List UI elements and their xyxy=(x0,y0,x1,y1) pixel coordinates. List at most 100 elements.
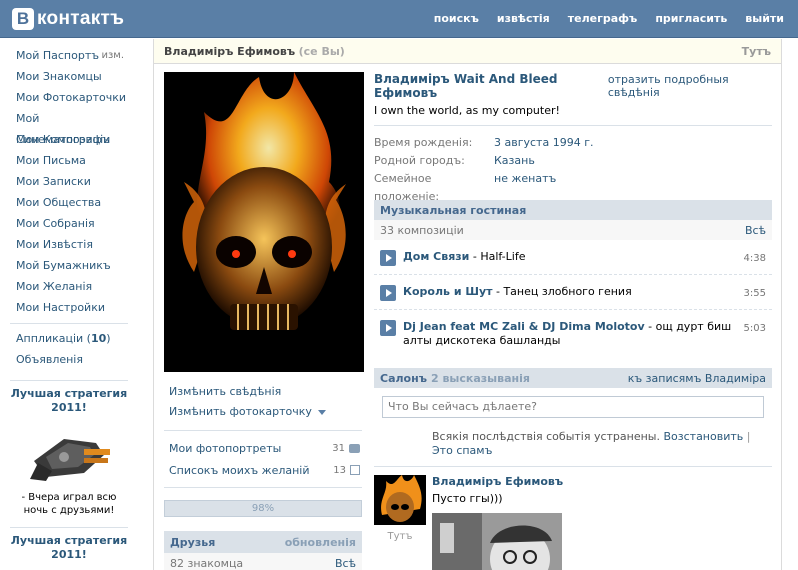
logo-text: контактъ xyxy=(37,8,125,29)
sidebar-item-settings[interactable]: Мои Настройки xyxy=(10,297,128,318)
profile-header-name: Владиміръ Ефимовъ (се Вы) xyxy=(164,45,345,58)
wall-post: Тутъ Владиміръ Ефимовъ Пусто ггы))) xyxy=(374,475,772,570)
promo-title-2[interactable]: Лучшая стратегия 2011! xyxy=(10,534,128,562)
friends-title: Друзья xyxy=(170,535,216,549)
friends-subheader: 82 знакомца Всѣ xyxy=(164,553,362,570)
promo-block[interactable]: Лучшая стратегия 2011! - Вчера играл всю… xyxy=(10,380,128,517)
wishes-list-link[interactable]: Списокъ моихъ желаній xyxy=(169,464,310,477)
info-row-hometown: Родной городъ: Казань xyxy=(374,152,772,170)
info-row-marital: Семейное положеніе: не женатъ xyxy=(374,170,772,203)
wall-header: Салонъ 2 высказыванія къ записямъ Владимі… xyxy=(374,368,772,388)
play-icon[interactable] xyxy=(380,320,396,336)
sidebar-item-events[interactable]: Мои Собранія xyxy=(10,213,128,234)
nav-messages[interactable]: телеграфъ xyxy=(568,12,638,25)
gift-icon xyxy=(350,465,360,475)
play-icon[interactable] xyxy=(380,250,396,266)
track-artist[interactable]: Король и Шут xyxy=(403,285,493,298)
promo-block-2[interactable]: Лучшая стратегия 2011! xyxy=(10,527,128,562)
vkontakte-logo[interactable]: В контактъ xyxy=(12,7,124,31)
birthday-value[interactable]: 3 августа 1994 г. xyxy=(494,134,593,152)
post-avatar[interactable] xyxy=(374,475,426,525)
profile-title-bar: Владиміръ Ефимовъ (се Вы) Тутъ xyxy=(154,39,781,64)
nav-search[interactable]: поискъ xyxy=(434,12,479,25)
nav-logout[interactable]: выйти xyxy=(745,12,784,25)
track-item: Dj Jean feat MC Zali & DJ Dima Molotov -… xyxy=(374,310,772,356)
wishes-count: 13 xyxy=(333,464,346,476)
track-artist[interactable]: Дом Связи xyxy=(403,250,469,263)
promo-image[interactable] xyxy=(24,421,114,487)
sidebar-item-friends[interactable]: Мои Знакомцы xyxy=(10,66,128,87)
info-row-birthday: Время рожденія: 3 августа 1994 г. xyxy=(374,134,772,152)
restore-link[interactable]: Возстановить xyxy=(663,430,743,443)
passport-link[interactable]: Мой Паспортъ xyxy=(16,45,99,66)
music-count: 33 композиціи xyxy=(380,223,464,237)
promo-title[interactable]: Лучшая стратегия 2011! xyxy=(10,387,128,415)
friends-header: Друзья обновленія xyxy=(164,531,362,553)
profile-divider xyxy=(164,430,362,431)
track-title: - Half-Life xyxy=(469,250,526,263)
marital-value[interactable]: не женатъ xyxy=(494,170,556,188)
hometown-value[interactable]: Казань xyxy=(494,152,535,170)
sidebar-item-news[interactable]: Мои Извѣстія xyxy=(10,234,128,255)
sidebar-item-messages[interactable]: Мои Письма xyxy=(10,150,128,171)
track-duration: 4:38 xyxy=(743,253,766,264)
chevron-down-icon[interactable] xyxy=(317,409,326,415)
show-details-link[interactable]: отразить подробныя свѣдѣнія xyxy=(608,73,772,99)
sidebar-item-wishes[interactable]: Мои Желанія xyxy=(10,276,128,297)
sidebar-item-wallet[interactable]: Мой Бумажникъ xyxy=(10,255,128,276)
sidebar-item-photos[interactable]: Мои Фотокарточки xyxy=(10,87,128,108)
wall-post-input[interactable]: Что Вы сейчасъ дѣлаете? xyxy=(382,396,764,418)
profile-full-name: Владиміръ Wait And Bleed Ефимовъ xyxy=(374,72,558,100)
wall-title-wrap: Салонъ 2 высказыванія xyxy=(380,372,530,385)
post-author[interactable]: Владиміръ Ефимовъ xyxy=(432,475,563,488)
post-time: Тутъ xyxy=(387,531,413,542)
sidebar-item-notes[interactable]: Мои Записки xyxy=(10,171,128,192)
profile-info: Время рожденія: 3 августа 1994 г. Родной… xyxy=(374,134,772,203)
profile-header-username: Владиміръ Ефимовъ xyxy=(164,44,296,58)
edit-passport-link[interactable]: изм. xyxy=(101,45,124,66)
music-title: Музыкальная гостиная xyxy=(380,203,527,217)
edit-photo-row[interactable]: Измѣнить фотокарточку xyxy=(164,402,362,422)
music-header: Музыкальная гостиная xyxy=(374,200,772,220)
nav-news[interactable]: извѣстія xyxy=(497,12,550,25)
sidebar-divider xyxy=(10,323,128,324)
track-artist[interactable]: Dj Jean feat MC Zali & DJ Dima Molotov xyxy=(403,320,645,333)
track-duration: 3:55 xyxy=(743,288,766,299)
apps-count: 10 xyxy=(90,332,107,345)
profile-status: I own the world, as my computer! xyxy=(374,104,772,126)
track-text: Король и Шут - Танец злобного гения xyxy=(403,285,738,299)
profile-actions: Измѣнить свѣдѣнія Измѣнить фотокарточку xyxy=(164,382,362,422)
album-photos-count: 31 xyxy=(332,442,345,454)
profile-divider-2 xyxy=(164,487,362,488)
post-avatar-wrap: Тутъ xyxy=(374,475,426,570)
track-text: Dj Jean feat MC Zali & DJ Dima Molotov -… xyxy=(403,320,738,348)
wall-records-link[interactable]: къ записямъ Владиміра xyxy=(628,372,766,385)
profile-right-column: Владиміръ Wait And Bleed Ефимовъ отразит… xyxy=(374,72,772,570)
play-icon[interactable] xyxy=(380,285,396,301)
sidebar-item-videos[interactable]: Мой Синематографъ xyxy=(10,108,128,146)
edit-photo-link[interactable]: Измѣнить фотокарточку xyxy=(169,402,312,422)
sidebar-item-audio[interactable]: Мои Композиціи xyxy=(10,129,128,150)
track-title: - Танец злобного гения xyxy=(492,285,632,298)
profile-completeness-bar: 98% xyxy=(164,500,362,517)
profile-photo[interactable] xyxy=(164,72,364,372)
sidebar-item-ads[interactable]: Объявленія xyxy=(10,349,128,370)
album-photos-link[interactable]: Мои фотопортреты xyxy=(169,442,281,455)
friends-all-link[interactable]: Всѣ xyxy=(335,557,356,570)
sidebar-item-apps[interactable]: Аппликаціи (10) xyxy=(10,328,128,349)
music-all-link[interactable]: Всѣ xyxy=(745,224,766,237)
spam-link[interactable]: Это спамъ xyxy=(432,444,492,457)
album-row-photos[interactable]: Мои фотопортреты 31 xyxy=(164,437,362,459)
friends-updates-link[interactable]: обновленія xyxy=(285,536,356,549)
post-image[interactable] xyxy=(432,513,562,570)
edit-info-link[interactable]: Измѣнить свѣдѣнія xyxy=(164,382,362,402)
sidebar-item-groups[interactable]: Мои Общества xyxy=(10,192,128,213)
track-text: Дом Связи - Half-Life xyxy=(403,250,738,264)
nav-invite[interactable]: пригласить xyxy=(655,12,727,25)
birthday-label: Время рожденія: xyxy=(374,136,473,149)
profile-left-column: Измѣнить свѣдѣнія Измѣнить фотокарточку … xyxy=(164,72,364,570)
post-text: Пусто ггы))) xyxy=(432,492,503,505)
album-row-wishes[interactable]: Списокъ моихъ желаній 13 xyxy=(164,459,362,481)
hometown-label: Родной городъ: xyxy=(374,154,465,167)
profile-header-you: (се Вы) xyxy=(298,44,345,58)
